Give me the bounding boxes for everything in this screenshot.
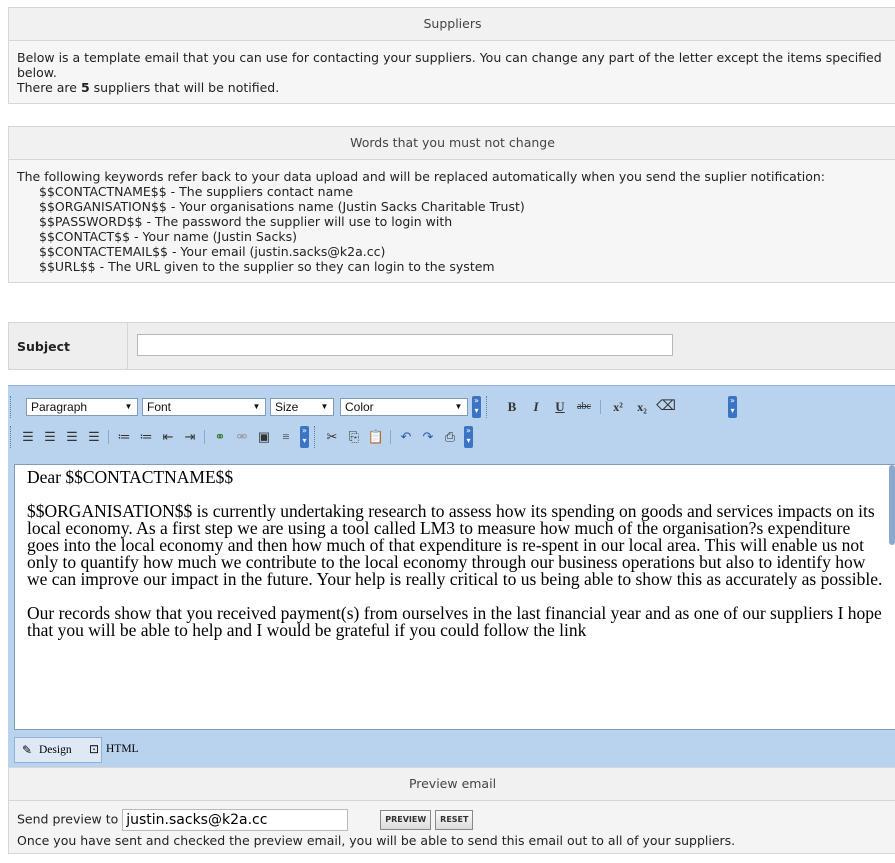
strikethrough-button[interactable]: abc	[574, 398, 594, 416]
email-greeting: Dear $$CONTACTNAME$$	[27, 467, 234, 487]
superscript-button[interactable]: x²	[608, 398, 628, 416]
preview-email-input[interactable]	[122, 809, 349, 831]
preview-row: Send preview to PREVIEW RESET	[17, 809, 888, 831]
subject-row: Subject	[8, 322, 895, 370]
numbered-list-icon[interactable]: ≔	[136, 428, 156, 446]
suppliers-intro: Below is a template email that you can u…	[17, 50, 882, 80]
subject-label: Subject	[17, 339, 70, 354]
email-paragraph: $$ORGANISATION$$ is currently undertakin…	[27, 501, 883, 589]
underline-button[interactable]: U	[550, 398, 570, 416]
unlink-icon[interactable]: ⚮	[232, 428, 252, 446]
keywords-title: Words that you must not change	[9, 127, 895, 160]
keyword-item: $$ORGANISATION$$ - Your organisations na…	[39, 199, 525, 214]
subject-input[interactable]	[137, 334, 673, 356]
paragraph-select[interactable]: Paragraph ▼	[26, 398, 138, 416]
align-justify-icon[interactable]: ☰	[84, 428, 104, 446]
toolbar-grip[interactable]	[10, 396, 14, 418]
design-icon: ✎	[21, 743, 33, 757]
suppliers-title: Suppliers	[9, 8, 895, 41]
html-tab[interactable]: ⊡ HTML	[82, 737, 156, 761]
chevron-down-icon: ▼	[124, 402, 133, 411]
cut-icon[interactable]: ✂	[322, 428, 342, 446]
preview-button[interactable]: PREVIEW	[380, 810, 432, 830]
paste-icon[interactable]: 📋	[366, 428, 386, 446]
bullet-list-icon[interactable]: ≔	[114, 428, 134, 446]
chevron-down-icon: ▼	[454, 402, 463, 411]
preview-note: Once you have sent and checked the previ…	[17, 833, 736, 848]
chevron-down-icon: ▼	[252, 402, 261, 411]
keyword-item: $$CONTACTEMAIL$$ - Your email (justin.sa…	[39, 244, 386, 259]
toolbar-overflow-icon[interactable]: » ▾	[728, 396, 737, 418]
editor-mode-bar: ✎ Design ⊡ HTML	[8, 734, 895, 770]
suppliers-description: Below is a template email that you can u…	[9, 41, 895, 103]
supplier-count-line: There are 5 suppliers that will be notif…	[17, 80, 280, 95]
copy-icon[interactable]: ⎘	[344, 428, 364, 446]
keywords-panel: Words that you must not change The follo…	[8, 126, 895, 283]
image-icon[interactable]: ▣	[254, 428, 274, 446]
toolbar-row-2: ☰ ☰ ☰ ☰ ≔ ≔ ⇤ ⇥ ⚭ ⚮ ▣ ≡ » ▾ ✂ ⎘ 📋 ↶ ↷ ⎙ »…	[8, 422, 895, 452]
editor-scrollbar[interactable]	[889, 465, 895, 545]
align-left-icon[interactable]: ☰	[18, 428, 38, 446]
redo-icon[interactable]: ↷	[418, 428, 438, 446]
keyword-item: $$CONTACTNAME$$ - The suppliers contact …	[39, 184, 354, 199]
keywords-intro: The following keywords refer back to you…	[17, 169, 826, 184]
bold-button[interactable]: B	[502, 398, 522, 416]
toolbar-grip[interactable]	[314, 426, 318, 448]
undo-icon[interactable]: ↶	[396, 428, 416, 446]
print-icon[interactable]: ⎙	[440, 428, 460, 446]
keyword-item: $$PASSWORD$$ - The password the supplier…	[39, 214, 453, 229]
font-select[interactable]: Font ▼	[142, 398, 266, 416]
email-paragraph: Our records show that you received payme…	[27, 603, 882, 640]
toolbar-overflow-icon[interactable]: » ▾	[300, 426, 309, 448]
eraser-icon[interactable]: ⌫	[656, 398, 676, 416]
link-icon[interactable]: ⚭	[210, 428, 230, 446]
subscript-button[interactable]: x₂	[632, 398, 652, 416]
indent-icon[interactable]: ⇥	[180, 428, 200, 446]
italic-button[interactable]: I	[526, 398, 546, 416]
keyword-list: $$CONTACTNAME$$ - The suppliers contact …	[17, 184, 888, 274]
reset-button[interactable]: RESET	[435, 810, 474, 830]
toolbar-grip[interactable]	[10, 426, 14, 448]
keyword-item: $$URL$$ - The URL given to the supplier …	[39, 259, 495, 274]
align-right-icon[interactable]: ☰	[62, 428, 82, 446]
toolbar-row-1: Paragraph ▼ Font ▼ Size ▼ Color ▼ » ▾ B I…	[8, 392, 895, 422]
keyword-item: $$CONTACT$$ - Your name (Justin Sacks)	[39, 229, 297, 244]
preview-title: Preview email	[9, 768, 895, 801]
rich-text-editor: Paragraph ▼ Font ▼ Size ▼ Color ▼ » ▾ B I…	[8, 385, 895, 770]
toolbar-overflow-icon[interactable]: » ▾	[472, 396, 481, 418]
html-icon: ⊡	[88, 742, 100, 756]
chevron-down-icon: ▼	[320, 402, 329, 411]
email-body[interactable]: Dear $$CONTACTNAME$$ $$ORGANISATION$$ is…	[15, 465, 895, 639]
suppliers-panel: Suppliers Below is a template email that…	[8, 7, 895, 104]
preview-panel: Preview email Send preview to PREVIEW RE…	[8, 767, 895, 854]
editor-content-area[interactable]: Dear $$CONTACTNAME$$ $$ORGANISATION$$ is…	[14, 464, 895, 730]
color-select[interactable]: Color ▼	[340, 398, 468, 416]
supplier-count: 5	[80, 80, 90, 95]
horizontal-rule-icon[interactable]: ≡	[276, 428, 296, 446]
send-preview-label: Send preview to	[17, 811, 119, 827]
outdent-icon[interactable]: ⇤	[158, 428, 178, 446]
toolbar-grip[interactable]	[486, 396, 490, 418]
size-select[interactable]: Size ▼	[270, 398, 334, 416]
toolbar-overflow-icon[interactable]: » ▾	[464, 426, 473, 448]
align-center-icon[interactable]: ☰	[40, 428, 60, 446]
